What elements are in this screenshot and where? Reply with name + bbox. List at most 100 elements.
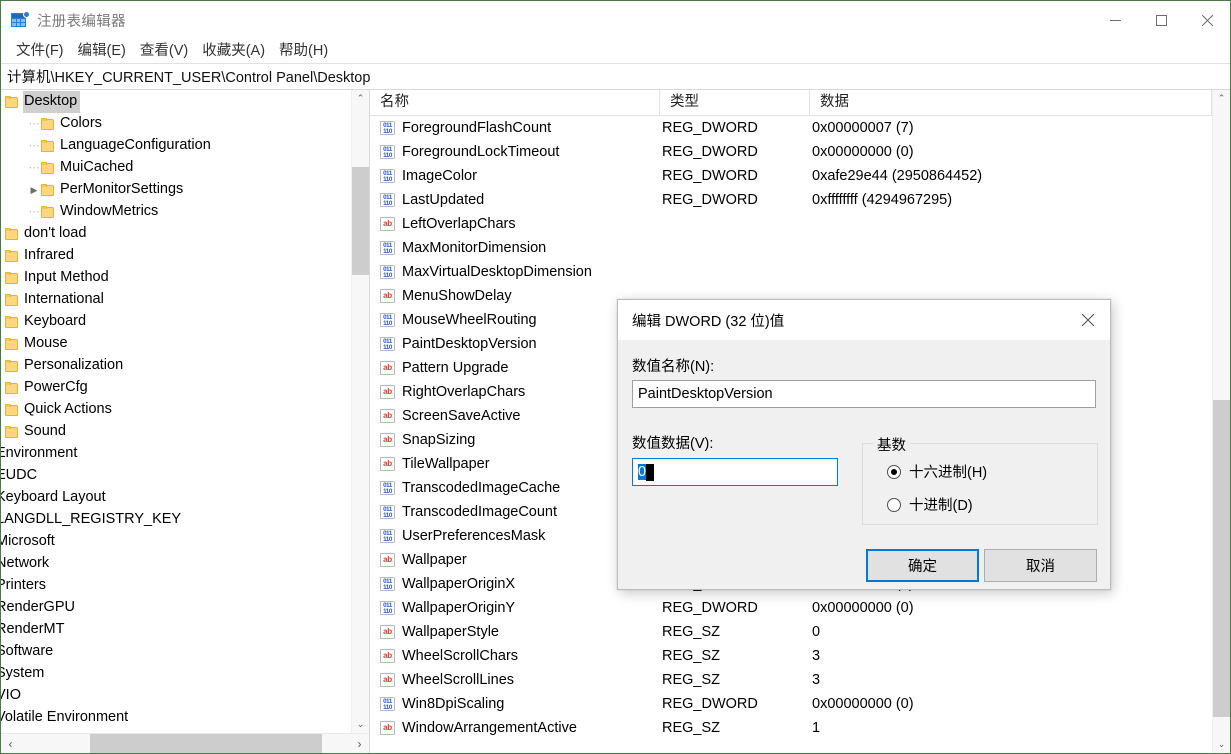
tree-scroll-track[interactable] xyxy=(352,107,369,716)
tree-node[interactable]: Microsoft xyxy=(1,531,351,553)
radio-decimal[interactable]: 十进制(D) xyxy=(887,494,973,515)
value-row[interactable]: 011110WallpaperOriginYREG_DWORD0x0000000… xyxy=(370,596,1212,620)
dialog-close-button[interactable] xyxy=(1065,300,1110,340)
tree-node[interactable]: Volatile Environment xyxy=(1,707,351,729)
value-name-cell: 011110MaxVirtualDesktopDimension xyxy=(370,264,660,280)
tree-node[interactable]: ▶PerMonitorSettings xyxy=(1,179,351,201)
folder-icon xyxy=(41,184,54,196)
value-name-text: SnapSizing xyxy=(402,432,475,448)
menu-file[interactable]: 文件(F) xyxy=(9,40,71,62)
tree-node[interactable]: Desktop xyxy=(1,91,351,113)
tree-node[interactable]: Keyboard xyxy=(1,311,351,333)
tree-node[interactable]: PowerCfg xyxy=(1,377,351,399)
menu-help[interactable]: 帮助(H) xyxy=(272,40,335,62)
tree-node[interactable]: Software xyxy=(1,641,351,663)
tree-node[interactable]: Sound xyxy=(1,421,351,443)
tree-scroll-right-icon[interactable]: › xyxy=(350,734,369,753)
value-row[interactable]: abLeftOverlapChars xyxy=(370,212,1212,236)
tree-node[interactable]: don't load xyxy=(1,223,351,245)
dword-icon: 011110 xyxy=(380,697,395,711)
value-data-label: 数值数据(V): xyxy=(632,432,713,453)
tree-hscroll-track[interactable] xyxy=(20,734,350,753)
tree-scroll-up-icon[interactable]: ⌃ xyxy=(352,90,369,107)
value-data-input[interactable]: 0 xyxy=(632,458,838,486)
cancel-button[interactable]: 取消 xyxy=(984,549,1097,582)
list-vertical-scrollbar[interactable]: ⌃ ⌄ xyxy=(1212,90,1230,753)
tree-node[interactable]: Mouse xyxy=(1,333,351,355)
tree-horizontal-scrollbar[interactable]: ‹ › xyxy=(1,733,369,753)
list-scroll-up-icon[interactable]: ⌃ xyxy=(1213,90,1230,107)
menu-view[interactable]: 查看(V) xyxy=(133,40,195,62)
tree-node[interactable]: LANGDLL_REGISTRY_KEY xyxy=(1,509,351,531)
tree-node-label: PowerCfg xyxy=(23,377,91,399)
value-name-text: MenuShowDelay xyxy=(402,288,512,304)
value-name-input[interactable]: PaintDesktopVersion xyxy=(632,380,1096,408)
maximize-button[interactable] xyxy=(1138,1,1184,39)
value-row[interactable]: 011110MaxMonitorDimension xyxy=(370,236,1212,260)
tree-node[interactable]: Input Method xyxy=(1,267,351,289)
tree-node[interactable]: ⋯MuiCached xyxy=(1,157,351,179)
main-content: Desktop⋯Colors⋯LanguageConfiguration⋯Mui… xyxy=(1,90,1230,753)
value-name-cell: 011110ImageColor xyxy=(370,168,660,184)
tree-node[interactable]: VIO xyxy=(1,685,351,707)
value-row[interactable]: 011110ForegroundFlashCountREG_DWORD0x000… xyxy=(370,116,1212,140)
menu-edit[interactable]: 编辑(E) xyxy=(71,40,133,62)
tree-node-label: Network xyxy=(1,553,52,575)
tree-node[interactable]: Infrared xyxy=(1,245,351,267)
column-header-data[interactable]: 数据 xyxy=(810,90,1212,115)
address-bar[interactable]: 计算机\HKEY_CURRENT_USER\Control Panel\Desk… xyxy=(1,64,1230,90)
tree-expander-icon[interactable]: ▶ xyxy=(27,185,41,196)
minimize-button[interactable] xyxy=(1092,1,1138,39)
dword-icon: 011110 xyxy=(380,241,395,255)
value-name-text: ForegroundFlashCount xyxy=(402,120,551,136)
tree-node[interactable]: ⋯LanguageConfiguration xyxy=(1,135,351,157)
tree-node[interactable]: ⋯Colors xyxy=(1,113,351,135)
close-button[interactable] xyxy=(1184,1,1230,39)
ok-button[interactable]: 确定 xyxy=(866,549,979,582)
value-row[interactable]: 011110LastUpdatedREG_DWORD0xffffffff (42… xyxy=(370,188,1212,212)
tree-node[interactable]: RenderGPU xyxy=(1,597,351,619)
folder-icon xyxy=(41,140,54,152)
tree-connector-icon: ⋯ xyxy=(27,210,41,214)
list-scroll-thumb[interactable] xyxy=(1213,400,1230,717)
menu-favorites[interactable]: 收藏夹(A) xyxy=(195,40,272,62)
value-row[interactable]: abWallpaperStyleREG_SZ0 xyxy=(370,620,1212,644)
value-row[interactable]: abWheelScrollCharsREG_SZ3 xyxy=(370,644,1212,668)
tree-node-label: Microsoft xyxy=(1,531,58,553)
value-name-cell: 011110ForegroundLockTimeout xyxy=(370,144,660,160)
registry-tree[interactable]: Desktop⋯Colors⋯LanguageConfiguration⋯Mui… xyxy=(1,90,351,733)
value-name-label: 数值名称(N): xyxy=(632,355,714,376)
tree-node[interactable]: System xyxy=(1,663,351,685)
column-header-type[interactable]: 类型 xyxy=(660,90,810,115)
tree-node[interactable]: Environment xyxy=(1,443,351,465)
tree-node[interactable]: ⋯WindowMetrics xyxy=(1,201,351,223)
tree-node[interactable]: RenderMT xyxy=(1,619,351,641)
tree-hscroll-thumb[interactable] xyxy=(90,734,322,753)
tree-scroll-down-icon[interactable]: ⌄ xyxy=(352,716,369,733)
value-row[interactable]: 011110Win8DpiScalingREG_DWORD0x00000000 … xyxy=(370,692,1212,716)
value-row[interactable]: abWindowArrangementActiveREG_SZ1 xyxy=(370,716,1212,740)
tree-node[interactable]: International xyxy=(1,289,351,311)
tree-scroll-thumb[interactable] xyxy=(352,167,369,275)
tree-node[interactable]: EUDC xyxy=(1,465,351,487)
tree-scroll-left-icon[interactable]: ‹ xyxy=(1,734,20,753)
dword-icon: 011110 xyxy=(380,529,395,543)
value-row[interactable]: 011110MaxVirtualDesktopDimension xyxy=(370,260,1212,284)
tree-node-label: Personalization xyxy=(23,355,126,377)
tree-node[interactable]: Keyboard Layout xyxy=(1,487,351,509)
column-header-name[interactable]: 名称 xyxy=(370,90,660,115)
radio-hexadecimal[interactable]: 十六进制(H) xyxy=(887,461,987,482)
value-row[interactable]: 011110ImageColorREG_DWORD0xafe29e44 (295… xyxy=(370,164,1212,188)
value-data-cell: 1 xyxy=(810,720,1212,736)
value-row[interactable]: abWheelScrollLinesREG_SZ3 xyxy=(370,668,1212,692)
value-row[interactable]: 011110ForegroundLockTimeoutREG_DWORD0x00… xyxy=(370,140,1212,164)
tree-vertical-scrollbar[interactable]: ⌃ ⌄ xyxy=(351,90,369,733)
tree-node[interactable]: Personalization xyxy=(1,355,351,377)
tree-node[interactable]: Network xyxy=(1,553,351,575)
tree-node[interactable]: Printers xyxy=(1,575,351,597)
list-scroll-down-icon[interactable]: ⌄ xyxy=(1213,736,1230,753)
value-type-cell: REG_SZ xyxy=(660,624,810,640)
list-scroll-track[interactable] xyxy=(1213,107,1230,736)
folder-icon xyxy=(41,162,54,174)
tree-node[interactable]: Quick Actions xyxy=(1,399,351,421)
